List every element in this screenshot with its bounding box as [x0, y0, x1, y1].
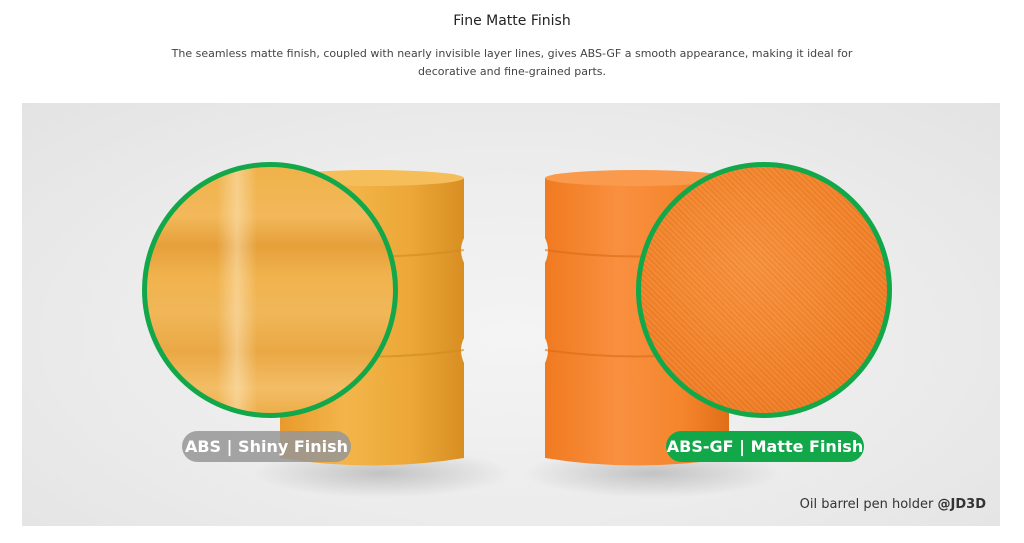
abs-gf-texture [641, 167, 887, 413]
abs-label-pill: ABS | Shiny Finish [182, 431, 351, 462]
section-heading: Fine Matte Finish [453, 13, 571, 29]
section-description: The seamless matte finish, coupled with … [171, 47, 853, 78]
abs-gf-label-pill: ABS-GF | Matte Finish [666, 431, 864, 462]
abs-highlight [217, 167, 257, 413]
photo-credit: Oil barrel pen holder @JD3D [800, 497, 986, 512]
credit-handle: @JD3D [937, 497, 986, 512]
comparison-image: ABS | Shiny Finish ABS-GF | Matte Finish… [22, 103, 1000, 526]
credit-text: Oil barrel pen holder [799, 497, 938, 512]
abs-gf-closeup-lens [636, 162, 892, 418]
abs-closeup-lens [142, 162, 398, 418]
